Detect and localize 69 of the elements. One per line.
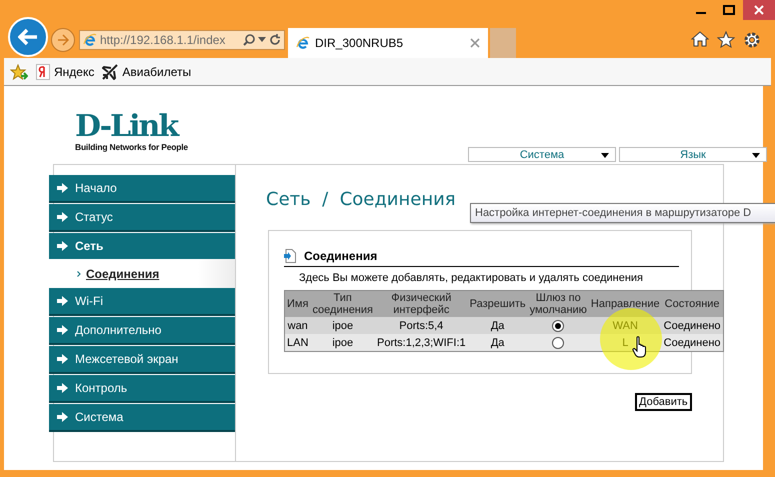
sidebar-subitem[interactable]: Соединения xyxy=(86,266,160,280)
column-header: Состояние xyxy=(662,290,724,317)
sidebar-item[interactable]: Контроль xyxy=(49,375,235,401)
search-icon[interactable] xyxy=(243,34,255,46)
sidebar-item[interactable]: Сеть xyxy=(49,233,235,259)
browser-logo-icon xyxy=(296,36,310,50)
favorites-link[interactable]: Авиабилеты xyxy=(102,64,192,80)
sidebar-item[interactable]: Статус xyxy=(49,204,235,230)
sidebar-item[interactable]: Система xyxy=(49,404,235,430)
table-cell: Да xyxy=(468,334,528,352)
table-cell: ipoe xyxy=(310,334,375,352)
column-header: Физический интерфейс xyxy=(374,290,468,317)
arrow-icon xyxy=(18,28,38,46)
sidebar-item[interactable]: Начало xyxy=(49,175,235,201)
chevron-icon xyxy=(77,270,81,276)
browser-tab[interactable]: DIR_300NRUB5 xyxy=(288,28,488,58)
section-description: Здесь Вы можете добавлять, редактировать и удалять соединения xyxy=(299,272,644,284)
refresh-icon[interactable] xyxy=(269,34,281,46)
yandex-icon xyxy=(36,64,50,80)
dropdown-menu[interactable]: Язык xyxy=(619,147,767,162)
table-cell: Да xyxy=(468,317,528,334)
address-field[interactable]: http://192.168.1.1/index xyxy=(79,30,285,50)
column-header: Разрешить xyxy=(468,290,528,317)
home-icon[interactable] xyxy=(691,31,709,47)
favorites-icon[interactable] xyxy=(10,64,28,80)
caret-icon xyxy=(752,153,760,158)
settings-icon[interactable] xyxy=(743,31,761,49)
close-icon[interactable] xyxy=(743,0,775,20)
default-gateway-radio[interactable] xyxy=(552,336,564,349)
star-icon[interactable] xyxy=(717,31,735,48)
dropdown-caret-icon[interactable] xyxy=(258,37,266,43)
table-cell: Соединено xyxy=(662,334,724,352)
arrow-icon xyxy=(57,296,68,306)
brand-tagline: Building Networks for People xyxy=(75,142,188,152)
brand-logo: D-Link xyxy=(75,112,178,142)
column-header: Шлюз по умолчанию xyxy=(528,290,589,317)
column-header: Тип соединения xyxy=(310,290,375,317)
arrow-icon xyxy=(57,354,68,364)
column-header: Имя xyxy=(284,290,310,317)
arrow-icon xyxy=(57,412,68,422)
table-cell: Ports:5,4 xyxy=(374,317,468,334)
table-cell: Соединено xyxy=(662,317,724,334)
arrow-icon xyxy=(57,383,68,393)
page-title: Сеть / Соединения xyxy=(266,189,457,210)
browser-logo-icon xyxy=(83,33,97,47)
arrow-icon xyxy=(57,34,69,46)
hand-cursor-icon xyxy=(632,336,648,358)
favorites-link[interactable]: Яндекс xyxy=(36,64,94,80)
section-title: Соединения xyxy=(304,249,378,263)
close-icon[interactable] xyxy=(470,38,480,48)
arrow-icon xyxy=(57,212,68,222)
caret-icon xyxy=(601,153,609,158)
table-cell: Ports:1,2,3;WIFI:1 xyxy=(374,334,468,352)
add-button[interactable]: Добавить xyxy=(635,393,692,411)
table-cell: ipoe xyxy=(310,317,375,334)
sidebar-item[interactable]: Межсетевой экран xyxy=(49,346,235,372)
default-gateway-radio[interactable] xyxy=(552,320,564,332)
arrow-icon xyxy=(57,241,68,251)
arrow-icon xyxy=(57,325,68,335)
dropdown-menu[interactable]: Система xyxy=(468,147,616,162)
table-cell: LAN xyxy=(284,334,310,352)
tooltip: Настройка интернет-соединения в маршрутизаторе D xyxy=(470,203,775,223)
column-header: Направление xyxy=(588,290,662,317)
sidebar-item[interactable]: Wi-Fi xyxy=(49,288,235,314)
arrow-icon xyxy=(57,183,68,193)
document-icon xyxy=(284,249,296,263)
sidebar-item[interactable]: Дополнительно xyxy=(49,317,235,343)
back-button[interactable] xyxy=(8,17,48,57)
table-cell: wan xyxy=(284,317,310,334)
